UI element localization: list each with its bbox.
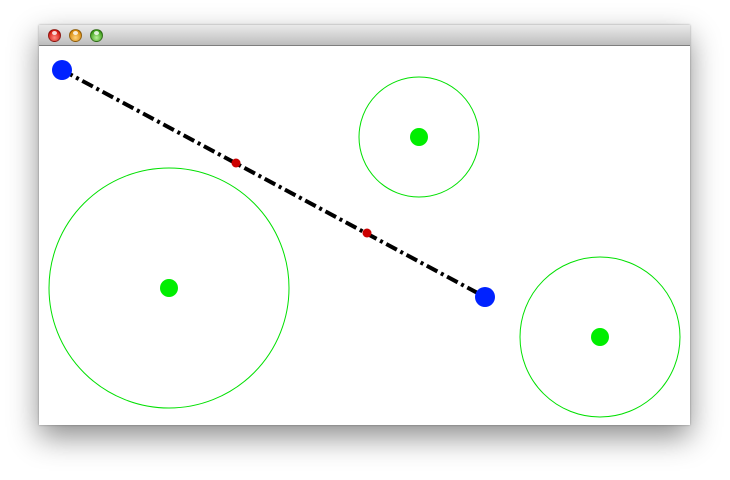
circle-right-center[interactable] [591, 328, 609, 346]
circle-large-center[interactable] [160, 279, 178, 297]
segment-endpoint-end[interactable] [475, 287, 495, 307]
intersection-point [231, 158, 241, 168]
app-window [39, 25, 690, 425]
zoom-button[interactable] [90, 29, 103, 42]
intersection-point [362, 228, 372, 238]
segment-line [61, 68, 486, 299]
scene-svg [48, 60, 681, 418]
segment-endpoint-start[interactable] [52, 60, 72, 80]
minimize-button[interactable] [69, 29, 82, 42]
close-button[interactable] [48, 29, 61, 42]
circle-top-center[interactable] [410, 128, 428, 146]
title-bar[interactable] [39, 25, 690, 46]
drawing-canvas[interactable] [39, 46, 690, 425]
